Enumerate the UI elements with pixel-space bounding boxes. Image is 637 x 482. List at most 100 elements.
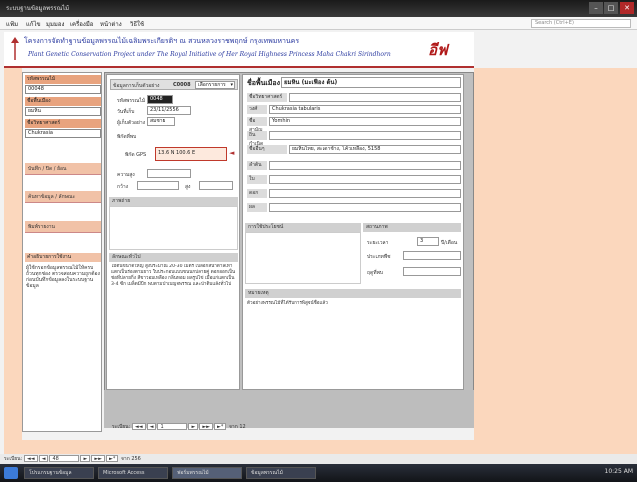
main-record-number-input[interactable]: 48 (49, 455, 80, 462)
sci-name-label: ชื่อวิทยาศาสตร์ (247, 93, 287, 102)
common-name-field[interactable]: Yomhin (269, 117, 461, 126)
status-header: สถานภาพ (363, 223, 461, 232)
sidebar-code-field[interactable]: 00048 (25, 85, 101, 94)
collector-label: ผู้เก็บตัวอย่าง (117, 120, 146, 126)
close-button[interactable]: ✕ (620, 2, 634, 14)
other-names-field[interactable]: ยมหินไทย, สะเดาช้าง, โค้วเหลือง, 5158 (289, 145, 461, 154)
sidebar-note-title: คำอธิบายการใช้งาน (25, 253, 101, 262)
taskbar-item[interactable]: โปรแกรมฐานข้อมูล (24, 467, 94, 479)
save-close-button[interactable]: บันทึก / ปิด / ย้อน (25, 163, 101, 175)
usage-header: การใช้ประโยชน์ (245, 223, 361, 232)
status-type-field[interactable] (403, 251, 461, 260)
header-eng-title: Plant Genetic Conservation Project under… (28, 51, 391, 58)
taskbar-item[interactable]: ฟอร์มพรรณไม้ (172, 467, 242, 479)
menu-help[interactable]: วิธีใช้ (130, 19, 144, 29)
family-field[interactable]: Chukrasia tabularis (269, 105, 461, 114)
search-button[interactable]: ค้นหาข้อมูล / ลักษณะ (25, 191, 101, 203)
sidebar-sci-label: ชื่อวิทยาศาสตร์ (25, 119, 101, 128)
width-field[interactable] (137, 181, 179, 190)
taskbar-item[interactable]: ข้อมูลพรรณไม้ (246, 467, 316, 479)
main-last-record-button[interactable]: ►► (91, 455, 106, 462)
flower-label: ดอก (247, 189, 267, 198)
menu-view[interactable]: มุมมอง (46, 19, 64, 29)
code-field[interactable]: 0048 (147, 95, 173, 104)
altitude-field[interactable] (147, 169, 191, 178)
taskbar-item[interactable]: Microsoft Access (98, 467, 168, 479)
date-field[interactable]: 23/11/2556 (147, 106, 191, 115)
remark-field[interactable]: ตัวอย่างพรรณไม้ที่ได้รับการพิสูจน์ชื่อแล… (247, 301, 459, 385)
altitude-label: ความสูง (117, 172, 135, 178)
main-record-label: ระเบียน: (4, 456, 23, 462)
family-label: วงศ์ (247, 105, 267, 114)
menu-window[interactable]: หน้าต่าง (100, 19, 122, 29)
origin-field[interactable] (269, 131, 461, 140)
local-name-field[interactable]: ยมหิน (มะเฟือง ต้น) (281, 77, 461, 88)
status-duration-field[interactable]: 3 (417, 237, 439, 246)
main-first-record-button[interactable]: ◄◄ (23, 455, 38, 462)
record-number-input[interactable]: 1 (157, 423, 188, 430)
date-label: วันที่เก็บ (117, 109, 135, 115)
maximize-button[interactable]: □ (604, 2, 618, 14)
window-title: ระบบฐานข้อมูลพรรณไม้ (6, 5, 70, 12)
collection-pane: ข้อมูลการเก็บตัวอย่าง C0008 เลือกรายการ … (106, 74, 240, 390)
subform-record-label: ระเบียน: (112, 424, 131, 430)
photo-area[interactable] (109, 206, 238, 250)
prev-record-button[interactable]: ◄ (146, 423, 157, 430)
left-strip (4, 68, 22, 440)
taskbar: โปรแกรมฐานข้อมูล Microsoft Access ฟอร์มพ… (0, 464, 637, 482)
next-record-button[interactable]: ► (188, 423, 199, 430)
bottom-band (4, 440, 637, 454)
collection-dropdown[interactable]: เลือกรายการ ▾ (195, 81, 235, 89)
flower-field[interactable] (269, 189, 461, 198)
collection-topbar: ข้อมูลการเก็บตัวอย่าง C0008 เลือกรายการ … (110, 79, 238, 90)
main-new-record-button[interactable]: ►* (106, 455, 119, 462)
usage-field[interactable] (245, 232, 361, 284)
description-header: ลักษณะทั่วไป (109, 253, 238, 262)
sidebar: รหัสพรรณไม้ 00048 ชื่อพื้นเมือง ยมหิน ชื… (22, 72, 102, 432)
sci-name-field[interactable] (289, 93, 461, 102)
gps-field[interactable]: 13.6 N 100.6 E (155, 147, 227, 161)
first-record-button[interactable]: ◄◄ (131, 423, 146, 430)
print-report-button[interactable]: พิมพ์รายงาน (25, 221, 101, 233)
arrow-up-icon (11, 37, 19, 60)
status-bar: ระเบียน: ◄◄ ◄ 48 ► ►► ►* จาก 256 (0, 454, 637, 464)
logo: อีฟ (428, 41, 448, 59)
height-field[interactable] (199, 181, 233, 190)
status-type-label: ประเภทพืช (367, 254, 391, 260)
collection-code: C0008 (173, 82, 191, 88)
title-bar: ระบบฐานข้อมูลพรรณไม้ – □ ✕ (0, 0, 637, 17)
main-next-record-button[interactable]: ► (80, 455, 91, 462)
start-button[interactable] (4, 467, 18, 479)
status-season-label: ฤดูที่พบ (367, 270, 384, 276)
arrow-left-icon: ◄ (229, 149, 235, 157)
minimize-button[interactable]: – (589, 2, 603, 14)
last-record-button[interactable]: ►► (199, 423, 214, 430)
description-text[interactable]: ไม้ต้นขนาดใหญ่ สูงประมาณ 20-30 เมตร เปลื… (111, 264, 237, 388)
fruit-field[interactable] (269, 203, 461, 212)
collector-field[interactable]: สมชาย (147, 117, 175, 126)
help-search-input[interactable]: Search (Ctrl+E) (531, 19, 631, 28)
collection-dropdown-value: เลือกรายการ (198, 82, 226, 88)
main-prev-record-button[interactable]: ◄ (38, 455, 49, 462)
sidebar-sci-field[interactable]: Chukrasia (25, 129, 101, 138)
local-name-label: ชื่อพื้นเมือง (247, 79, 280, 87)
trunk-field[interactable] (269, 161, 461, 170)
location-label: พิกัดที่พบ (117, 134, 137, 140)
right-panel (474, 68, 637, 440)
fruit-label: ผล (247, 203, 267, 212)
collection-topbar-label: ข้อมูลการเก็บตัวอย่าง (113, 83, 160, 89)
leaf-field[interactable] (269, 175, 461, 184)
gps-label: พิกัด GPS (125, 152, 147, 158)
common-name-label: ชื่อสามัญ (247, 117, 267, 133)
width-label: กว้าง (117, 184, 129, 190)
sidebar-name-field[interactable]: ยมหิน (25, 107, 101, 116)
menu-edit[interactable]: แก้ไข (26, 19, 41, 29)
header-banner: โครงการจัดทำฐานข้อมูลพรรณไม้เฉลิมพระเกีย… (4, 32, 474, 68)
menu-file[interactable]: แฟ้ม (6, 19, 18, 29)
height-label: สูง (185, 184, 191, 190)
menu-tools[interactable]: เครื่องมือ (70, 19, 93, 29)
new-record-button[interactable]: ►* (214, 423, 227, 430)
status-season-field[interactable] (403, 267, 461, 276)
sidebar-note-text: ผู้ใช้กรอกข้อมูลพรรณไม้ให้ครบถ้วนทุกช่อง… (26, 265, 100, 289)
detail-pane: ชื่อพื้นเมือง ยมหิน (มะเฟือง ต้น) ชื่อวิ… (242, 74, 464, 390)
